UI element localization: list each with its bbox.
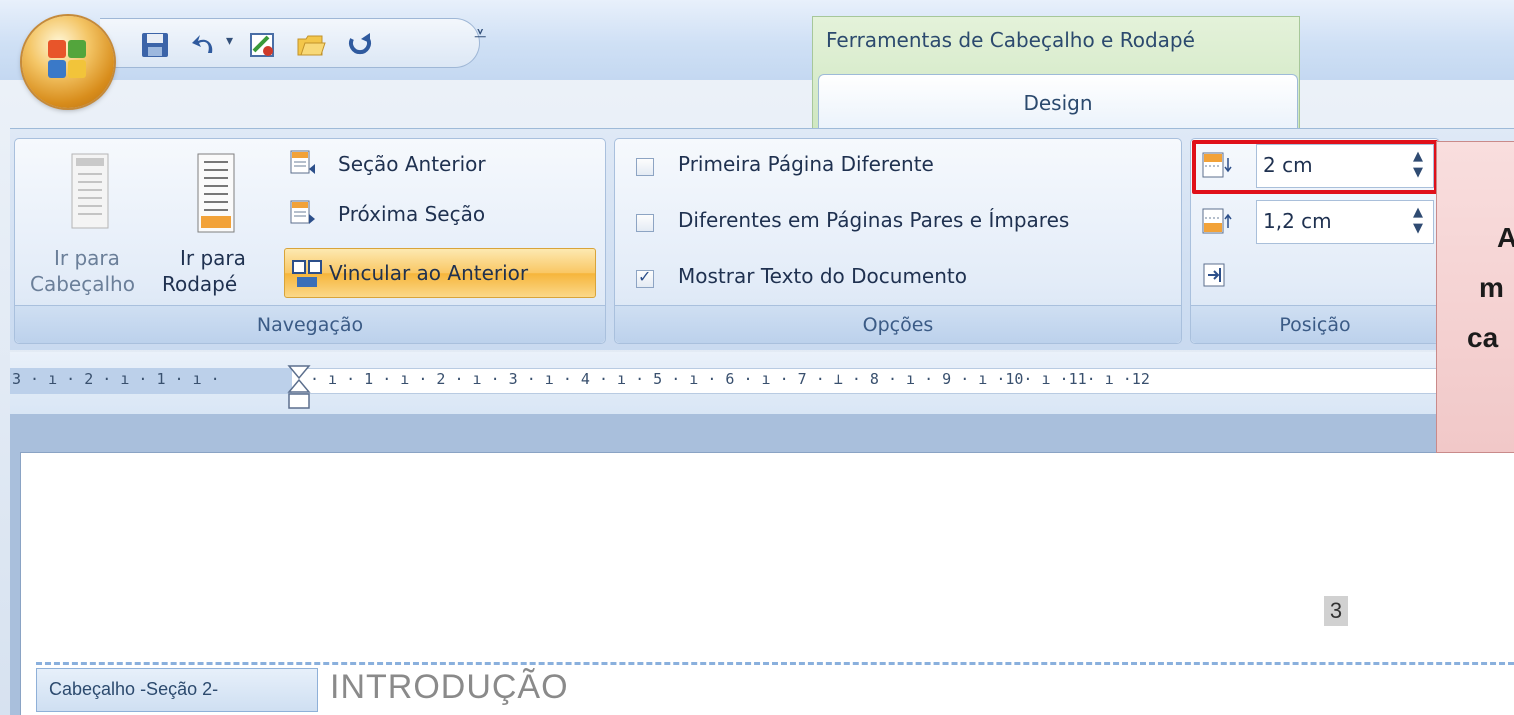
save-icon[interactable] (140, 31, 170, 59)
link-to-previous-button[interactable]: Vincular ao Anterior (284, 248, 596, 298)
document-heading[interactable]: INTRODUÇÃO (330, 668, 569, 707)
footer-distance-spinner[interactable]: 1,2 cm ▲ ▼ (1256, 200, 1434, 244)
group-label-posicao: Posição (1191, 305, 1439, 343)
header-boundary (36, 662, 1514, 665)
insert-alignment-tab-icon[interactable] (1202, 262, 1228, 288)
open-folder-icon[interactable] (296, 31, 326, 59)
group-label-opcoes: Opções (615, 305, 1181, 343)
spinner-arrows-icon[interactable]: ▲ ▼ (1413, 205, 1423, 237)
go-to-footer-icon[interactable] (196, 152, 236, 234)
ruler-ticks-right: · ı · 1 · ı · 2 · ı · 3 · ı · 4 · ı · 5 … (310, 370, 1150, 388)
different-first-page-label: Primeira Página Diferente (678, 152, 934, 176)
check-icon: ✓ (638, 267, 652, 286)
previous-section-button[interactable]: Seção Anterior (338, 152, 486, 176)
word-window: ▾ ⩡ Ferramentas de Cabeçalho e Rodapé De… (0, 0, 1514, 715)
link-to-previous-icon (292, 260, 322, 287)
quick-access-toolbar: ▾ (100, 18, 480, 68)
go-to-header-label-2: Cabeçalho (30, 272, 135, 296)
customize-qat-icon[interactable]: ⩡ (474, 22, 486, 47)
go-to-footer-label-1: Ir para (180, 246, 246, 270)
callout-line-3: ca (1467, 322, 1499, 353)
show-document-text-label: Mostrar Texto do Documento (678, 264, 967, 288)
header-distance-highlight (1192, 140, 1438, 194)
go-to-header-icon[interactable] (70, 152, 110, 230)
group-label-navegacao: Navegação (15, 305, 605, 343)
callout-line-1: A (1497, 222, 1514, 254)
different-odd-even-checkbox[interactable] (636, 214, 654, 232)
context-group-title: Ferramentas de Cabeçalho e Rodapé (826, 28, 1195, 52)
show-document-text-checkbox[interactable]: ✓ (636, 267, 654, 288)
previous-section-icon[interactable] (290, 150, 316, 176)
undo-icon[interactable] (190, 31, 220, 59)
go-to-footer-label-2: Rodapé (162, 272, 238, 296)
redo-icon[interactable] (346, 31, 376, 59)
footer-from-bottom-icon (1202, 208, 1232, 234)
office-button[interactable] (22, 16, 114, 108)
office-logo-icon (48, 40, 88, 80)
print-preview-icon[interactable] (248, 31, 278, 59)
annotation-callout: A m ca (1436, 141, 1514, 453)
next-section-button[interactable]: Próxima Seção (338, 202, 485, 226)
page-number-field[interactable]: 3 (1324, 596, 1348, 626)
ruler-ticks-left: 3 · ı · 2 · ı · 1 · ı · (12, 370, 220, 388)
tab-design[interactable]: Design (818, 74, 1298, 132)
next-section-icon[interactable] (290, 200, 316, 226)
undo-dropdown-icon[interactable]: ▾ (226, 33, 233, 49)
indent-marker-icon[interactable] (286, 364, 312, 412)
go-to-header-label-1: Ir para (54, 246, 120, 270)
link-to-previous-label: Vincular ao Anterior (329, 261, 529, 285)
footer-distance-value: 1,2 cm (1263, 209, 1332, 233)
different-odd-even-label: Diferentes em Páginas Pares e Ímpares (678, 208, 1070, 232)
header-section-tag: Cabeçalho -Seção 2- (36, 668, 318, 712)
different-first-page-checkbox[interactable] (636, 158, 654, 176)
callout-line-2: m (1479, 272, 1504, 303)
